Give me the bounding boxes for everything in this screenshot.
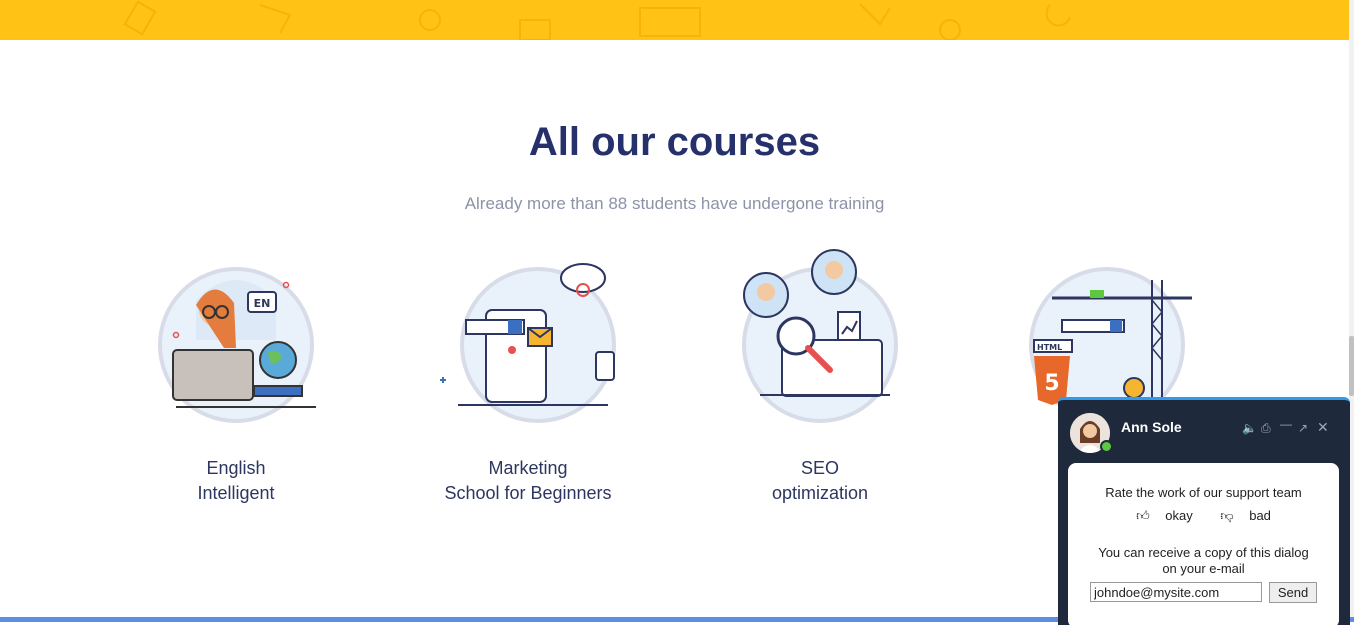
online-status-icon — [1100, 440, 1113, 453]
chat-panel: Rate the work of our support team 👍︎ oka… — [1068, 463, 1339, 628]
okay-rating[interactable]: 👍︎ okay — [1130, 508, 1199, 523]
course-title-line: English — [206, 458, 266, 478]
top-banner — [0, 0, 1349, 40]
email-input[interactable] — [1090, 582, 1262, 602]
page-subtitle: Already more than 88 students have under… — [464, 194, 885, 213]
sound-icon[interactable]: 🔈 — [1242, 421, 1257, 435]
rating-options: 👍︎ okay 👎︎ bad — [1068, 508, 1339, 524]
thumbs-down-icon: 👎︎ — [1220, 508, 1234, 523]
course-title-line: Marketing — [488, 458, 568, 478]
minimize-icon[interactable]: — — [1280, 417, 1292, 431]
chat-widget[interactable]: Ann Sole 🔈 ⎙ — ↗ ✕ Rate the work of our … — [1058, 397, 1350, 628]
copy-text-line: You can receive a copy of this dialog — [1098, 545, 1309, 560]
course-title-line: SEO — [800, 458, 839, 478]
rate-prompt: Rate the work of our support team — [1105, 485, 1302, 500]
page-title: All our courses — [528, 120, 821, 164]
svg-text:EN: EN — [254, 297, 271, 310]
english-course-illustration: EN — [158, 267, 316, 423]
course-title-line: Intelligent — [197, 483, 275, 503]
svg-text:5: 5 — [1044, 371, 1059, 396]
expand-icon[interactable]: ↗ — [1298, 421, 1308, 435]
email-copy-text: You can receive a copy of this dialog on… — [1068, 545, 1339, 577]
bad-label: bad — [1249, 508, 1271, 523]
seo-course-illustration — [742, 249, 898, 423]
scrollbar-thumb[interactable] — [1349, 336, 1354, 396]
print-icon[interactable]: ⎙ — [1261, 421, 1271, 436]
banner-pattern — [123, 0, 1071, 40]
copy-text-line: on your e-mail — [1162, 561, 1245, 576]
svg-text:HTML: HTML — [1037, 343, 1062, 352]
marketing-course-illustration — [440, 263, 616, 423]
okay-label: okay — [1165, 508, 1193, 523]
course-title-english[interactable]: English Intelligent — [116, 456, 356, 506]
course-title-line: optimization — [771, 483, 869, 503]
course-title-marketing[interactable]: Marketing School for Beginners — [408, 456, 648, 506]
send-button[interactable]: Send — [1269, 582, 1317, 603]
thumbs-up-icon: 👍︎ — [1136, 508, 1150, 523]
close-icon[interactable]: ✕ — [1317, 419, 1329, 436]
course-title-seo[interactable]: SEO optimization — [700, 456, 940, 506]
course-title-line: School for Beginners — [444, 483, 612, 503]
agent-name: Ann Sole — [1121, 419, 1182, 435]
bad-rating[interactable]: 👎︎ bad — [1214, 508, 1277, 523]
